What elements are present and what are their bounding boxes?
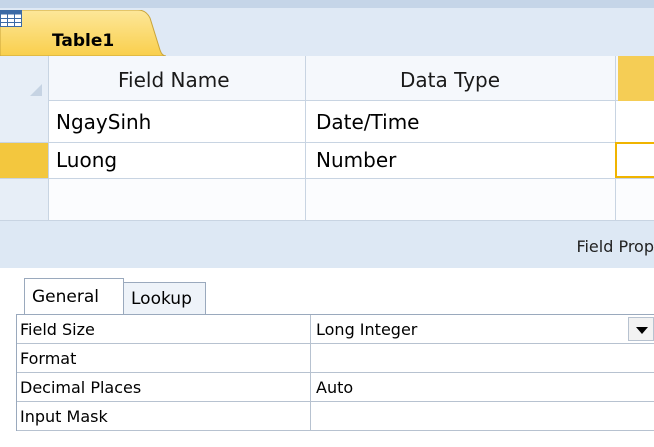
header-description-column [618, 56, 654, 101]
property-label: Decimal Places [16, 373, 311, 402]
property-row-decimal-places: Decimal Places Auto [16, 373, 654, 402]
grid-header-row [0, 56, 654, 101]
property-value-decimal-places[interactable]: Auto [312, 373, 654, 402]
property-value-format[interactable] [312, 344, 654, 373]
property-label: Field Size [16, 315, 311, 344]
property-table: Field Size Long Integer Format Decimal P… [16, 314, 654, 431]
row-selector-column [0, 56, 48, 220]
row-selector-current[interactable] [0, 142, 48, 178]
select-all-corner[interactable] [30, 84, 42, 96]
tab-strip-border [0, 0, 654, 8]
cell-data-type[interactable]: Number [316, 148, 396, 172]
row-divider [0, 142, 654, 143]
design-grid: Field Name Data Type NgaySinh Date/Time … [0, 56, 654, 220]
property-row-field-size: Field Size Long Integer [16, 315, 654, 344]
tab-label: Table1 [52, 31, 115, 51]
field-properties-title: Field Prop [576, 237, 654, 256]
property-label: Input Mask [16, 402, 311, 431]
property-value-text: Long Integer [316, 320, 418, 339]
tab-general[interactable]: General [24, 278, 124, 314]
chevron-down-icon[interactable] [628, 317, 654, 341]
field-properties-bar: Field Prop [0, 220, 654, 268]
header-data-type[interactable]: Data Type [400, 68, 500, 92]
tab-lookup[interactable]: Lookup [123, 282, 206, 314]
property-value-field-size[interactable]: Long Integer [312, 315, 654, 344]
property-value-input-mask[interactable] [312, 402, 654, 431]
tab-general-label: General [32, 287, 99, 307]
property-row-input-mask: Input Mask [16, 402, 654, 431]
tab-table1[interactable]: Table1 [0, 10, 166, 56]
column-divider [615, 56, 616, 220]
document-tab-strip: Table1 [0, 0, 654, 56]
tab-lookup-label: Lookup [131, 289, 192, 309]
cell-field-name[interactable]: NgaySinh [56, 110, 151, 134]
column-divider [48, 56, 49, 220]
cell-data-type[interactable]: Date/Time [316, 110, 420, 134]
empty-new-row[interactable] [48, 179, 654, 220]
cell-field-name[interactable]: Luong [56, 148, 117, 172]
property-label: Format [16, 344, 311, 373]
property-row-format: Format [16, 344, 654, 373]
column-divider [305, 56, 306, 220]
header-field-name[interactable]: Field Name [118, 68, 230, 92]
description-cell-active[interactable] [615, 142, 654, 178]
table-icon [0, 10, 22, 27]
row-divider [0, 178, 654, 179]
property-sheet: General Lookup Field Size Long Integer F… [0, 268, 654, 447]
